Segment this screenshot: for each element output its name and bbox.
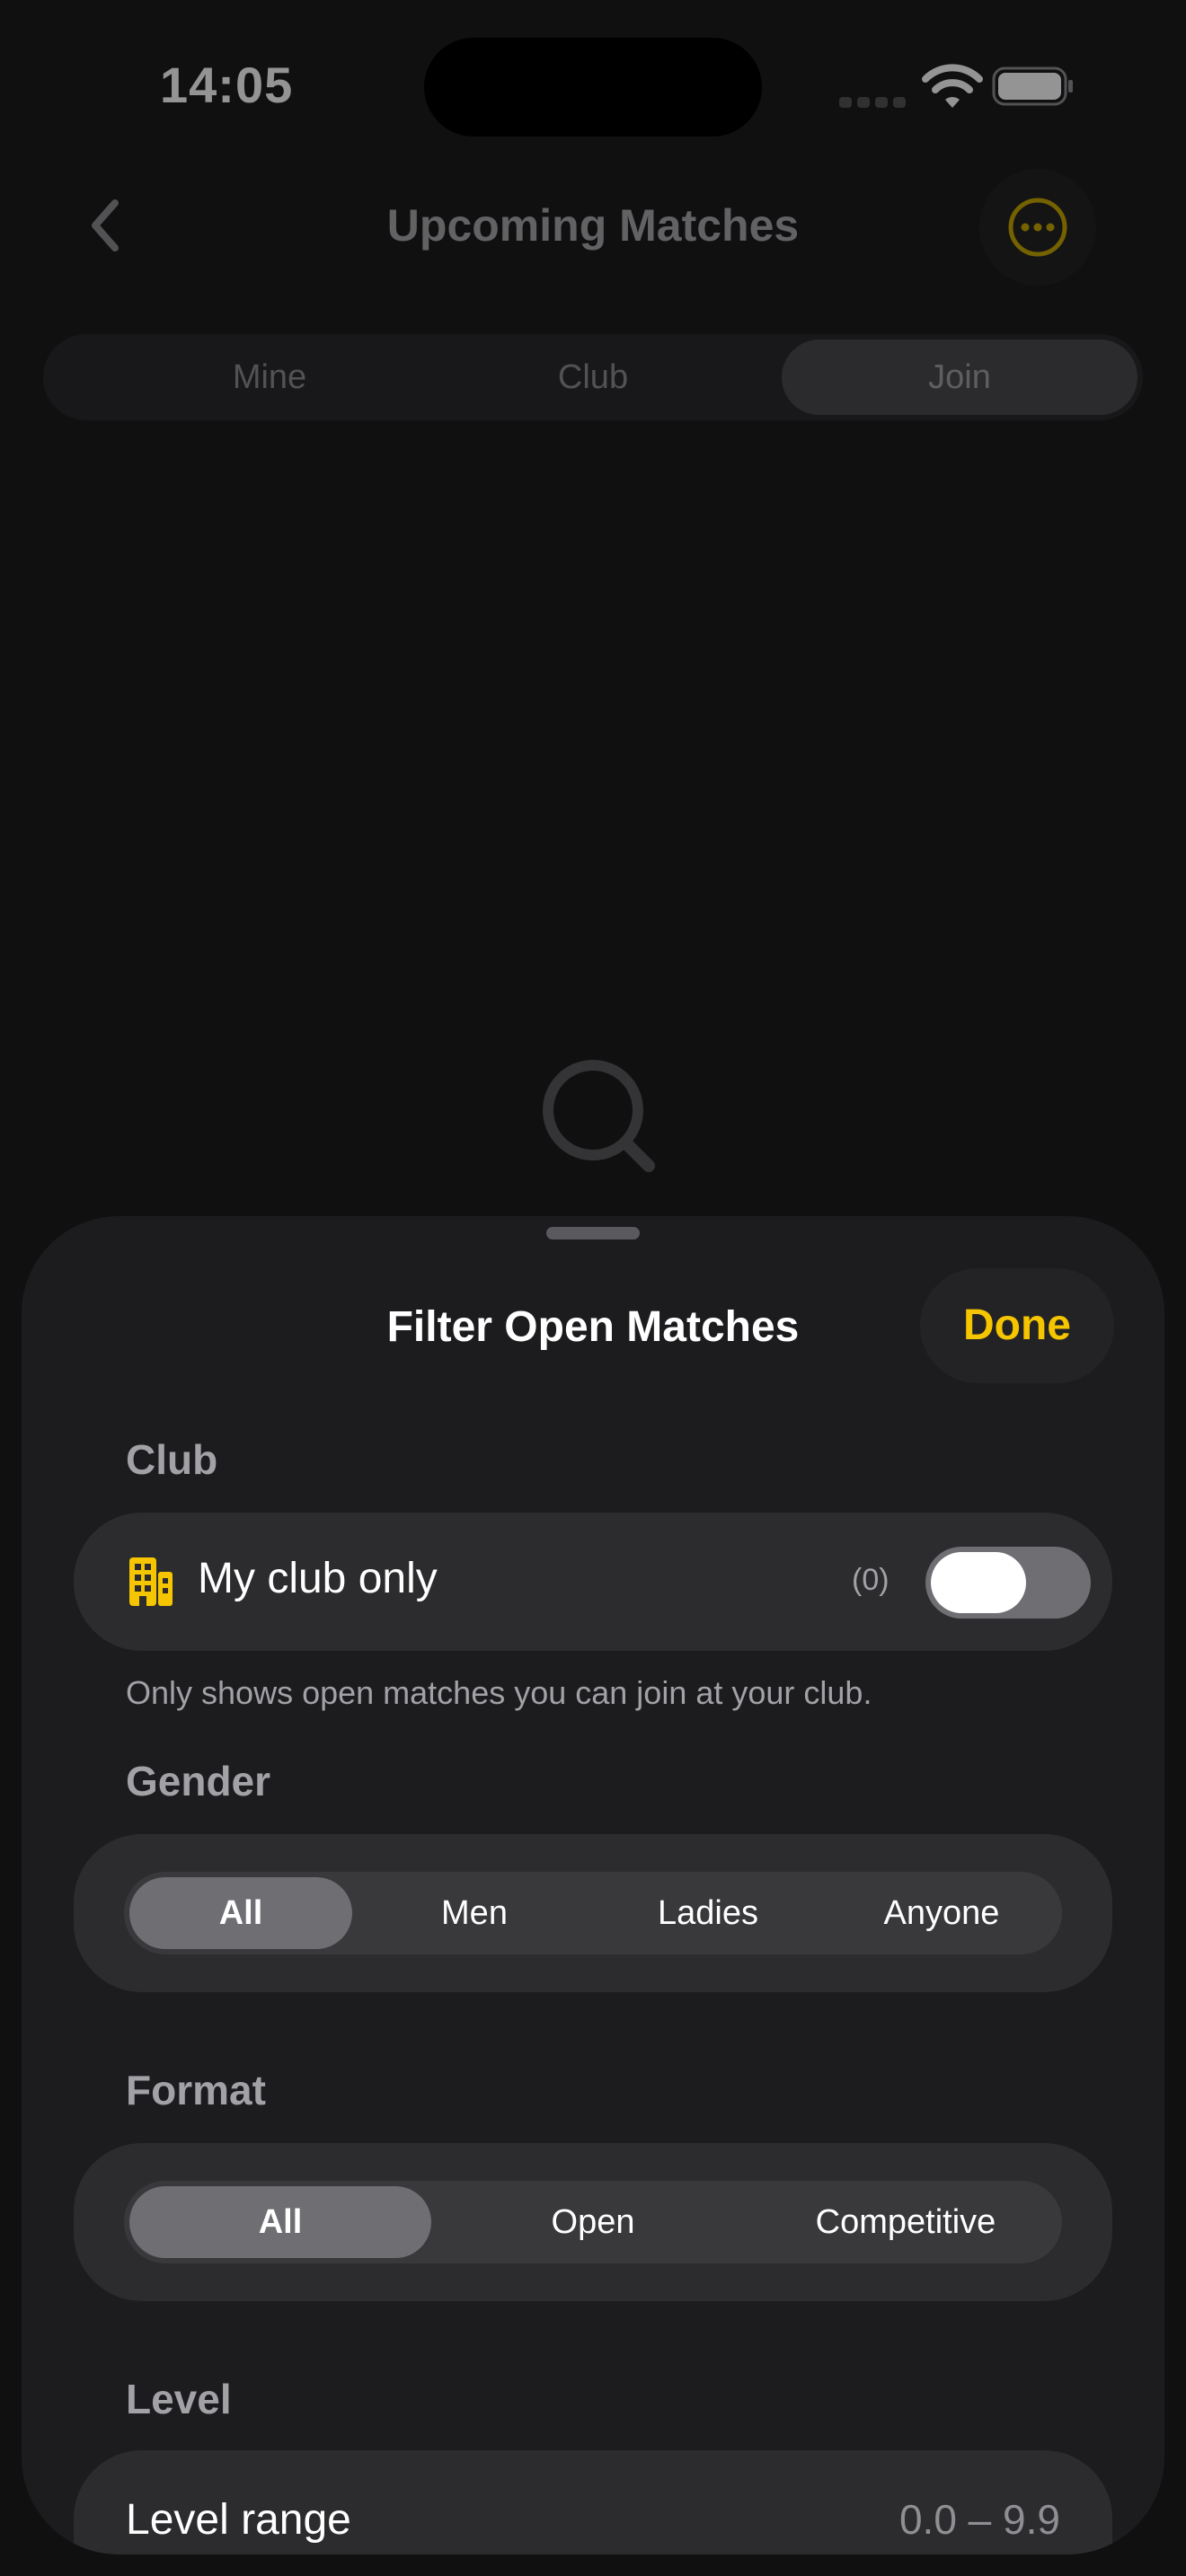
my-club-only-row: My club only (0) xyxy=(74,1513,1112,1651)
level-range-label: Level range xyxy=(126,2496,351,2544)
gender-option-anyone[interactable]: Anyone xyxy=(830,1877,1053,1949)
level-range-row[interactable]: Level range 0.0 – 9.9 xyxy=(74,2450,1112,2554)
format-option-all[interactable]: All xyxy=(129,2186,431,2258)
gender-segmented-control: All Men Ladies Anyone xyxy=(124,1872,1062,1954)
format-option-competitive[interactable]: Competitive xyxy=(755,2186,1057,2258)
format-option-open[interactable]: Open xyxy=(442,2186,744,2258)
done-button[interactable]: Done xyxy=(920,1268,1114,1383)
format-segmented-control: All Open Competitive xyxy=(124,2181,1062,2263)
my-club-only-label: My club only xyxy=(198,1555,438,1602)
club-footnote: Only shows open matches you can join at … xyxy=(126,1674,872,1711)
sheet-grabber[interactable] xyxy=(546,1227,640,1239)
my-club-count: (0) xyxy=(852,1563,890,1597)
building-icon xyxy=(129,1557,173,1606)
gender-card: All Men Ladies Anyone xyxy=(74,1834,1112,1992)
gender-option-ladies[interactable]: Ladies xyxy=(597,1877,819,1949)
section-label-club: Club xyxy=(126,1436,218,1483)
section-label-format: Format xyxy=(126,2067,266,2113)
gender-option-men[interactable]: Men xyxy=(363,1877,586,1949)
my-club-only-toggle[interactable] xyxy=(925,1547,1091,1619)
filter-sheet: Filter Open Matches Done Club My club on… xyxy=(22,1216,1164,2554)
format-card: All Open Competitive xyxy=(74,2143,1112,2301)
gender-option-all[interactable]: All xyxy=(129,1877,352,1949)
section-label-gender: Gender xyxy=(126,1758,271,1804)
section-label-level: Level xyxy=(126,2376,232,2422)
level-range-value: 0.0 – 9.9 xyxy=(898,2496,1060,2543)
toggle-knob xyxy=(931,1552,1026,1613)
